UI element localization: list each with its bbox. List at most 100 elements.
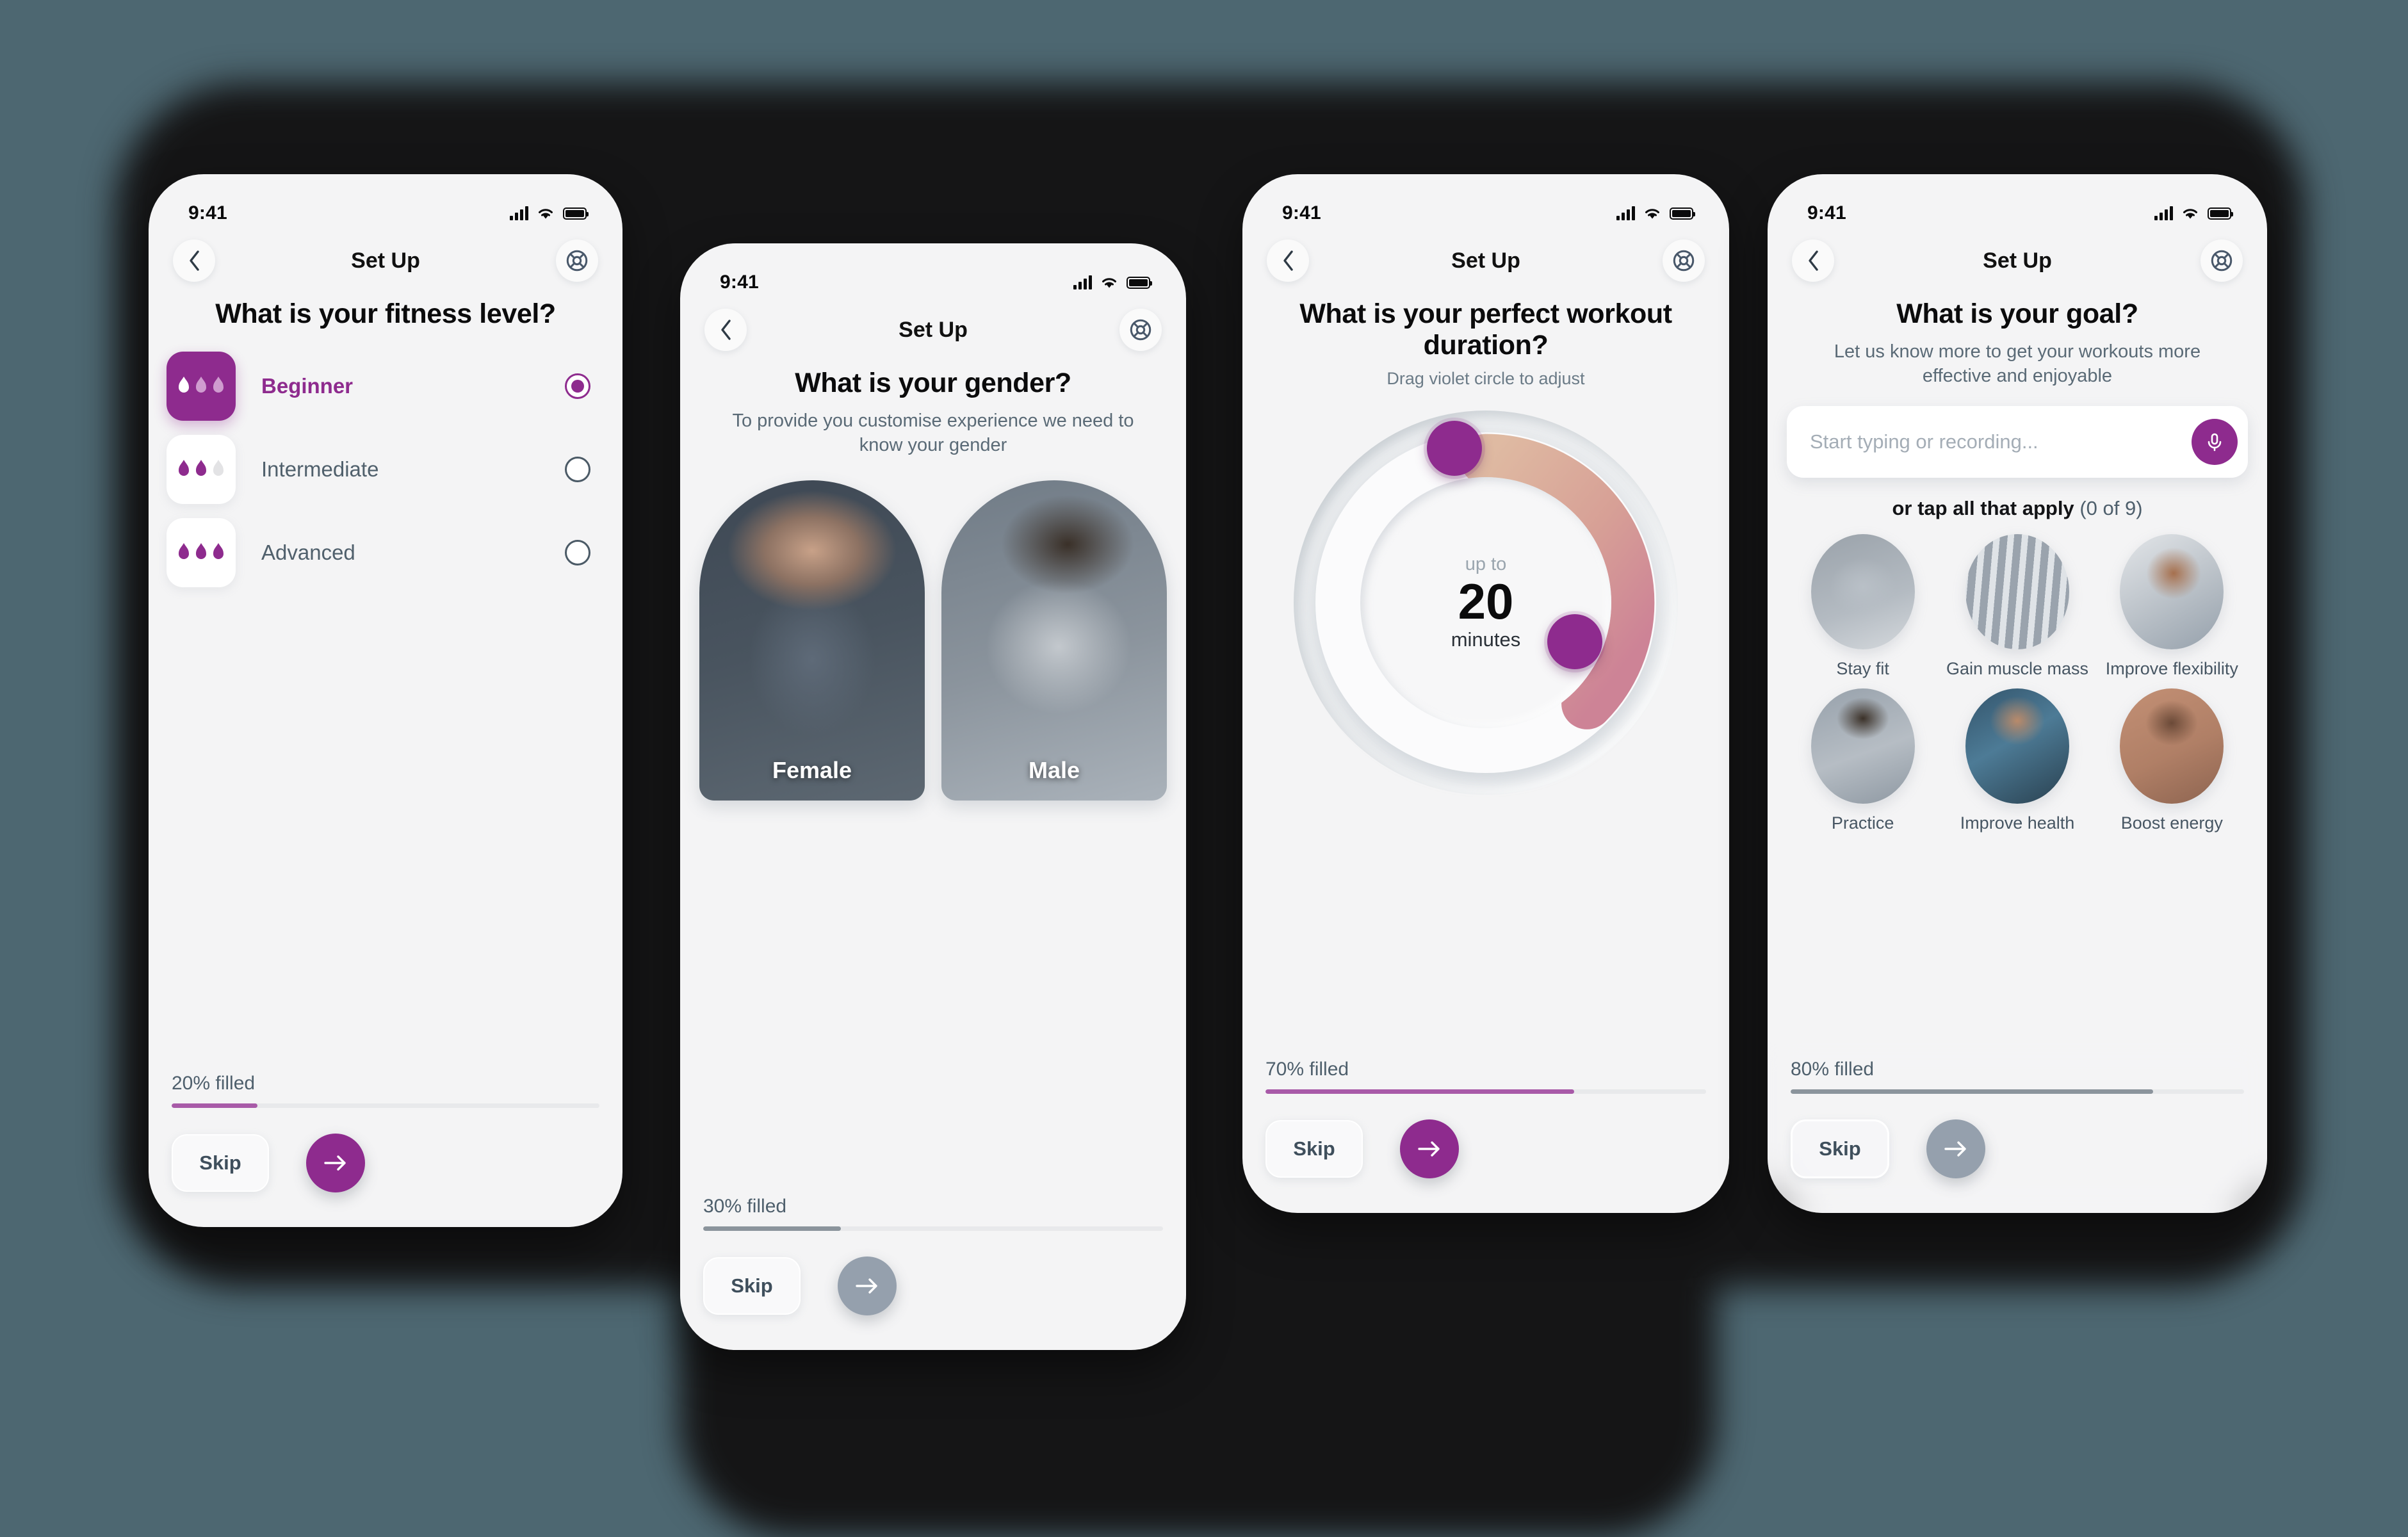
level-icon-card [167, 435, 236, 505]
flame-icon [213, 543, 224, 560]
flame-icon [196, 460, 206, 476]
dial-unit: minutes [1451, 628, 1521, 651]
wifi-icon [1102, 277, 1116, 288]
flame-icon [213, 460, 224, 476]
help-button[interactable] [1663, 240, 1705, 282]
microphone-button[interactable] [2192, 419, 2238, 466]
goal-item-practice[interactable]: Practice [1789, 688, 1936, 833]
level-icon-card [167, 518, 236, 588]
search-input-placeholder[interactable]: Start typing or recording... [1810, 430, 2192, 453]
goal-label: Gain muscle mass [1946, 659, 2089, 679]
gender-choice-list: Female Male [680, 480, 1186, 801]
screen-subtitle: Let us know more to get your workouts mo… [1834, 341, 2201, 386]
gender-label: Female [772, 757, 852, 784]
goal-photo [1965, 534, 2069, 650]
next-button[interactable] [1400, 1119, 1459, 1178]
bottom-bar: 80% filled Skip [1768, 1042, 2267, 1213]
status-time: 9:41 [720, 272, 759, 293]
list-item[interactable]: Advanced [167, 518, 605, 588]
fitness-level-list: Beginner Intermediate Advanced [149, 352, 622, 588]
flame-icon [196, 543, 206, 560]
screen-heading: What is your perfect workout duration? [1299, 298, 1672, 361]
help-button[interactable] [1119, 309, 1162, 351]
status-time: 9:41 [1282, 202, 1321, 224]
status-bar: 9:41 [149, 174, 622, 231]
radio-button[interactable] [565, 457, 590, 483]
back-button[interactable] [173, 240, 215, 282]
page-title: Set Up [1451, 248, 1520, 273]
next-button[interactable] [838, 1256, 897, 1315]
flame-icon [179, 460, 189, 476]
status-bar: 9:41 [1768, 174, 2267, 231]
progress-label: 70% filled [1265, 1059, 1349, 1080]
tap-hint: or tap all that apply (0 of 9) [1768, 497, 2267, 520]
arrow-right-icon [856, 1278, 877, 1294]
arrow-right-icon [1418, 1141, 1440, 1157]
goal-photo [1810, 688, 1915, 804]
goal-item-improve-health[interactable]: Improve health [1944, 688, 2090, 833]
goal-item-boost-energy[interactable]: Boost energy [2099, 688, 2245, 833]
cellular-signal-icon [1073, 275, 1092, 289]
help-button[interactable] [556, 240, 598, 282]
page-title: Set Up [351, 248, 420, 273]
life-buoy-icon [1130, 319, 1151, 341]
goal-item-gain-muscle-mass[interactable]: Gain muscle mass [1944, 534, 2090, 679]
skip-button[interactable]: Skip [703, 1257, 801, 1315]
skip-button[interactable]: Skip [172, 1134, 269, 1192]
arrow-right-icon [1944, 1141, 1966, 1157]
list-item[interactable]: Beginner [167, 352, 605, 421]
back-button[interactable] [1267, 240, 1309, 282]
nav-bar: Set Up [1242, 231, 1729, 282]
back-button[interactable] [1792, 240, 1834, 282]
radio-button[interactable] [565, 540, 590, 566]
chevron-left-icon [1809, 250, 1818, 271]
status-time: 9:41 [1807, 202, 1846, 224]
progress-bar [172, 1103, 599, 1108]
goal-item-improve-flexibility[interactable]: Improve flexibility [2099, 534, 2245, 679]
goal-photo [2120, 534, 2224, 650]
dial-knob-end[interactable] [1547, 614, 1602, 670]
bottom-bar: 20% filled Skip [149, 1073, 622, 1227]
help-button[interactable] [2201, 240, 2243, 282]
progress-label: 80% filled [1791, 1059, 1875, 1080]
gender-card-male[interactable]: Male [941, 480, 1167, 801]
dial-value: 20 [1458, 573, 1514, 630]
life-buoy-icon [566, 250, 588, 272]
flame-icon [213, 377, 224, 393]
wifi-icon [539, 208, 553, 218]
gender-card-female[interactable]: Female [699, 480, 925, 801]
phone-duration: 9:41 Set Up What is your perfect workout… [1242, 174, 1729, 1213]
skip-button[interactable]: Skip [1265, 1120, 1363, 1178]
goal-item-stay-fit[interactable]: Stay fit [1789, 534, 1936, 679]
skip-button[interactable]: Skip [1791, 1119, 1889, 1178]
phone-fitness-level: 9:41 Set Up What is your fitness level? … [149, 174, 622, 1227]
next-button[interactable] [1926, 1119, 1985, 1178]
duration-dial[interactable]: up to 20 minutes [1294, 411, 1678, 795]
nav-bar: Set Up [680, 300, 1186, 351]
gender-label: Male [1028, 757, 1080, 784]
progress-bar [703, 1226, 1163, 1231]
radio-button[interactable] [565, 373, 590, 400]
wifi-icon [1645, 208, 1659, 218]
tap-hint-count: (0 of 9) [2079, 497, 2143, 520]
screen-subtitle: Drag violet circle to adjust [1387, 369, 1585, 389]
goal-label: Stay fit [1836, 659, 1889, 679]
status-time: 9:41 [188, 202, 227, 224]
dial-knob-start[interactable] [1427, 421, 1482, 476]
status-bar: 9:41 [1242, 174, 1729, 231]
chevron-left-icon [190, 250, 199, 271]
bottom-bar: 70% filled Skip [1242, 1059, 1729, 1213]
level-label: Advanced [261, 541, 355, 565]
back-button[interactable] [704, 309, 747, 351]
progress-bar [1265, 1089, 1706, 1094]
screen-subtitle: To provide you customise experience we n… [732, 411, 1134, 455]
screen-heading: What is your goal? [1896, 298, 2138, 329]
level-label: Beginner [261, 374, 354, 398]
nav-bar: Set Up [149, 231, 622, 282]
screen-heading: What is your gender? [795, 368, 1071, 398]
list-item[interactable]: Intermediate [167, 435, 605, 505]
phone-gender: 9:41 Set Up What is your gender? To prov… [680, 243, 1186, 1350]
next-button[interactable] [306, 1134, 365, 1192]
flame-icon [196, 377, 206, 393]
goal-search-field[interactable]: Start typing or recording... [1787, 406, 2248, 478]
